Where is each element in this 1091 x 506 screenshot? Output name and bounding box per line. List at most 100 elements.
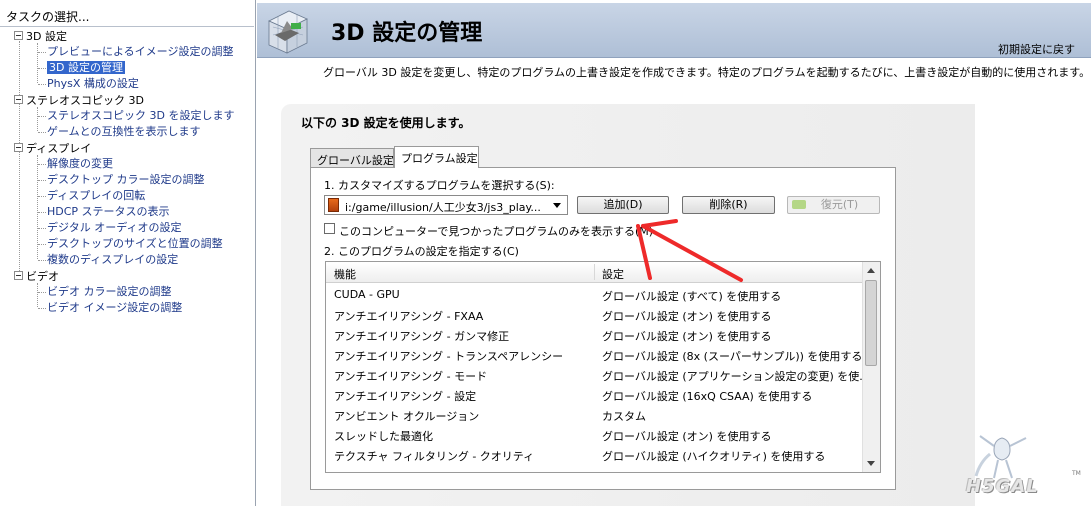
tree-item-manage-3d-settings[interactable]: 3D 設定の管理	[47, 61, 125, 75]
setting-cell: グローバル設定 (オン) を使用する	[602, 430, 772, 443]
column-header-setting[interactable]: 設定	[602, 266, 624, 282]
feature-cell: アンビエント オクルージョン	[334, 410, 480, 423]
task-pane: タスクの選択... 3D 設定 プレビューによるイメージ設定の調整 3D 設定の…	[0, 0, 256, 506]
program-settings-panel: 1. カスタマイズするプログラムを選択する(S): i:/game/illusi…	[310, 167, 896, 490]
tree-item-physx[interactable]: PhysX 構成の設定	[47, 77, 139, 91]
tab-program-settings[interactable]: プログラム設定	[394, 146, 479, 168]
tree-category-label: ステレオスコピック 3D	[26, 94, 144, 107]
tree-category-label: ビデオ	[26, 270, 59, 283]
table-row[interactable]: テクスチャ フィルタリング - クオリティ グローバル設定 (ハイクオリティ) を…	[326, 444, 863, 464]
table-row[interactable]: アンビエント オクルージョン カスタム	[326, 404, 863, 424]
step1-label: 1. カスタマイズするプログラムを選択する(S):	[324, 179, 555, 192]
scroll-up-arrow-icon[interactable]	[867, 268, 875, 273]
tree-item-hdcp-status[interactable]: HDCP ステータスの表示	[47, 205, 170, 219]
setting-cell: グローバル設定 (オン) を使用する	[602, 310, 772, 323]
page-header: 3D 設定の管理 初期設定に戻す	[257, 3, 1091, 58]
setting-cell: グローバル設定 (オン) を使用する	[602, 330, 772, 343]
3d-settings-icon	[268, 10, 308, 54]
tree-line	[38, 308, 46, 309]
setting-cell: グローバル設定 (16xQ CSAA) を使用する	[602, 390, 813, 403]
feature-cell: アンチエイリアシング - 設定	[334, 390, 477, 403]
watermark-tm: TM	[1072, 470, 1081, 477]
tree-item-desktop-color[interactable]: デスクトップ カラー設定の調整	[47, 173, 205, 187]
tree-line	[19, 41, 20, 273]
tree-item-change-resolution[interactable]: 解像度の変更	[47, 157, 113, 171]
restore-button[interactable]: 復元(T)	[787, 196, 880, 214]
setting-cell: グローバル設定 (8x (スーパーサンプル)) を使用する	[602, 350, 863, 363]
chevron-down-icon	[553, 203, 561, 208]
tree-category-3d[interactable]: 3D 設定	[14, 30, 67, 44]
tree-item-preview-image-settings[interactable]: プレビューによるイメージ設定の調整	[47, 45, 233, 59]
tree-item-video-image[interactable]: ビデオ イメージ設定の調整	[47, 301, 182, 315]
tree-item-rotate-display[interactable]: ディスプレイの回転	[47, 189, 145, 203]
feature-cell: アンチエイリアシング - モード	[334, 370, 488, 383]
table-row[interactable]: アンチエイリアシング - FXAA グローバル設定 (オン) を使用する	[326, 304, 863, 324]
restore-button-label: 復元(T)	[820, 198, 859, 211]
scroll-down-arrow-icon[interactable]	[867, 461, 875, 466]
watermark-text: H5GAL	[966, 476, 1039, 497]
show-found-programs-checkbox[interactable]	[324, 223, 335, 234]
tree-line	[38, 228, 46, 229]
table-row[interactable]: CUDA - GPU グローバル設定 (すべて) を使用する	[326, 284, 863, 304]
scroll-thumb[interactable]	[865, 280, 877, 366]
checkbox-label[interactable]: このコンピューターで見つかったプログラムのみを表示する(M)	[339, 223, 653, 239]
feature-cell: スレッドした最適化	[334, 430, 433, 443]
feature-cell: アンチエイリアシング - FXAA	[334, 310, 484, 323]
tree-line	[38, 116, 46, 117]
setting-cell: グローバル設定 (アプリケーション設定の変更) を使...	[602, 370, 870, 383]
table-row[interactable]: アンチエイリアシング - ガンマ修正 グローバル設定 (オン) を使用する	[326, 324, 863, 344]
tree-line	[37, 43, 38, 83]
table-row[interactable]: アンチエイリアシング - モード グローバル設定 (アプリケーション設定の変更) …	[326, 364, 870, 384]
tree-line	[38, 180, 46, 181]
page-description: グローバル 3D 設定を変更し、特定のプログラムの上書き設定を作成できます。特定…	[323, 66, 1091, 79]
tree-line	[38, 68, 46, 69]
tree-item-desktop-size-position[interactable]: デスクトップのサイズと位置の調整	[47, 237, 223, 251]
nvidia-icon	[792, 200, 806, 209]
tree-category-label: 3D 設定	[26, 30, 67, 43]
vertical-scrollbar[interactable]	[862, 262, 880, 472]
group-label: 以下の 3D 設定を使用します。	[301, 116, 471, 130]
restore-defaults-link[interactable]: 初期設定に戻す	[998, 41, 1075, 57]
table-row[interactable]: アンチエイリアシング - トランスペアレンシー グローバル設定 (8x (スーパー…	[326, 344, 863, 364]
column-separator	[594, 264, 595, 280]
tree-item-multiple-displays[interactable]: 複数のディスプレイの設定	[47, 253, 178, 267]
tree-category-display[interactable]: ディスプレイ	[14, 142, 91, 156]
table-row[interactable]: アンチエイリアシング - 設定 グローバル設定 (16xQ CSAA) を使用する	[326, 384, 863, 404]
tree-item-video-color[interactable]: ビデオ カラー設定の調整	[47, 285, 172, 299]
tree-line	[38, 132, 46, 133]
tree-line	[38, 292, 46, 293]
column-header-feature[interactable]: 機能	[334, 266, 356, 282]
program-select[interactable]: i:/game/illusion/人工少女3/js3_play...	[324, 195, 568, 215]
feature-cell: アンチエイリアシング - トランスペアレンシー	[334, 350, 564, 363]
settings-list: 機能 設定 CUDA - GPU グローバル設定 (すべて) を使用する アンチエ…	[325, 261, 881, 473]
feature-cell: CUDA - GPU	[334, 288, 400, 301]
add-button[interactable]: 追加(D)	[577, 196, 669, 214]
step2-label: 2. このプログラムの設定を指定する(C)	[324, 245, 519, 258]
tree-category-video[interactable]: ビデオ	[14, 270, 59, 284]
tree-category-stereo-3d[interactable]: ステレオスコピック 3D	[14, 94, 144, 108]
collapse-icon[interactable]	[14, 31, 23, 40]
tab-global-settings[interactable]: グローバル設定	[310, 148, 394, 167]
program-select-value: i:/game/illusion/人工少女3/js3_play...	[345, 201, 541, 214]
tree-line	[38, 260, 46, 261]
table-row[interactable]: スレッドした最適化 グローバル設定 (オン) を使用する	[326, 424, 863, 444]
tree-line	[38, 52, 46, 53]
collapse-icon[interactable]	[14, 271, 23, 280]
tree-item-digital-audio[interactable]: デジタル オーディオの設定	[47, 221, 182, 235]
task-tree: 3D 設定 プレビューによるイメージ設定の調整 3D 設定の管理 PhysX 構…	[0, 26, 254, 506]
program-icon	[328, 198, 339, 212]
tree-category-label: ディスプレイ	[26, 142, 92, 155]
task-pane-title: タスクの選択...	[6, 10, 90, 24]
collapse-icon[interactable]	[14, 143, 23, 152]
watermark-logo: H5GAL TM	[958, 432, 1088, 502]
setting-cell: グローバル設定 (すべて) を使用する	[602, 290, 782, 303]
tree-item-setup-stereo-3d[interactable]: ステレオスコピック 3D を設定します	[47, 109, 234, 123]
tree-line	[37, 107, 38, 131]
content-pane: 3D 設定の管理 初期設定に戻す グローバル 3D 設定を変更し、特定のプログラ…	[257, 0, 1091, 506]
tree-item-game-compatibility[interactable]: ゲームとの互換性を表示します	[47, 125, 201, 139]
setting-cell: カスタム	[602, 410, 646, 423]
tree-line	[38, 84, 46, 85]
collapse-icon[interactable]	[14, 95, 23, 104]
remove-button[interactable]: 削除(R)	[682, 196, 775, 214]
tree-line	[38, 244, 46, 245]
